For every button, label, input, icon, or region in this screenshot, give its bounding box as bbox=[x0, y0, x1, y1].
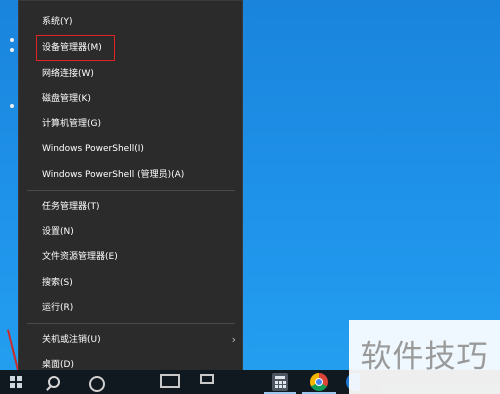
chrome-icon[interactable] bbox=[310, 373, 328, 391]
menu-item-computer-management[interactable]: 计算机管理(G) bbox=[19, 112, 242, 136]
search-icon[interactable] bbox=[44, 373, 62, 391]
menu-item-run[interactable]: 运行(R) bbox=[19, 296, 242, 320]
menu-item-disk-management[interactable]: 磁盘管理(K) bbox=[19, 87, 242, 111]
annotation-highlight-box bbox=[36, 35, 115, 61]
menu-item-system[interactable]: 系统(Y) bbox=[19, 10, 242, 34]
menu-item-settings[interactable]: 设置(N) bbox=[19, 220, 242, 244]
menu-item-shutdown-signout[interactable]: 关机或注销(U) › bbox=[19, 328, 242, 352]
monitor-icon[interactable] bbox=[200, 374, 214, 384]
task-view-icon[interactable] bbox=[160, 374, 180, 388]
menu-item-search[interactable]: 搜索(S) bbox=[19, 271, 242, 295]
desktop-icon-edge[interactable] bbox=[0, 102, 16, 112]
menu-item-powershell-admin[interactable]: Windows PowerShell (管理员)(A) bbox=[19, 163, 242, 187]
watermark: 软件技巧 bbox=[349, 320, 500, 394]
menu-item-powershell[interactable]: Windows PowerShell(I) bbox=[19, 137, 242, 161]
desktop-icon-edge[interactable] bbox=[0, 46, 16, 56]
windows-start-icon[interactable] bbox=[10, 376, 22, 388]
menu-separator bbox=[27, 190, 235, 191]
menu-item-task-manager[interactable]: 任务管理器(T) bbox=[19, 195, 242, 219]
menu-item-network-connections[interactable]: 网络连接(W) bbox=[19, 62, 242, 86]
menu-item-label: 关机或注销(U) bbox=[42, 335, 101, 345]
desktop-icon-edge[interactable] bbox=[0, 36, 16, 46]
chevron-right-icon: › bbox=[231, 333, 236, 346]
cortana-icon[interactable] bbox=[86, 373, 105, 392]
menu-item-file-explorer[interactable]: 文件资源管理器(E) bbox=[19, 245, 242, 269]
menu-separator bbox=[27, 323, 235, 324]
calculator-icon[interactable] bbox=[272, 373, 288, 391]
